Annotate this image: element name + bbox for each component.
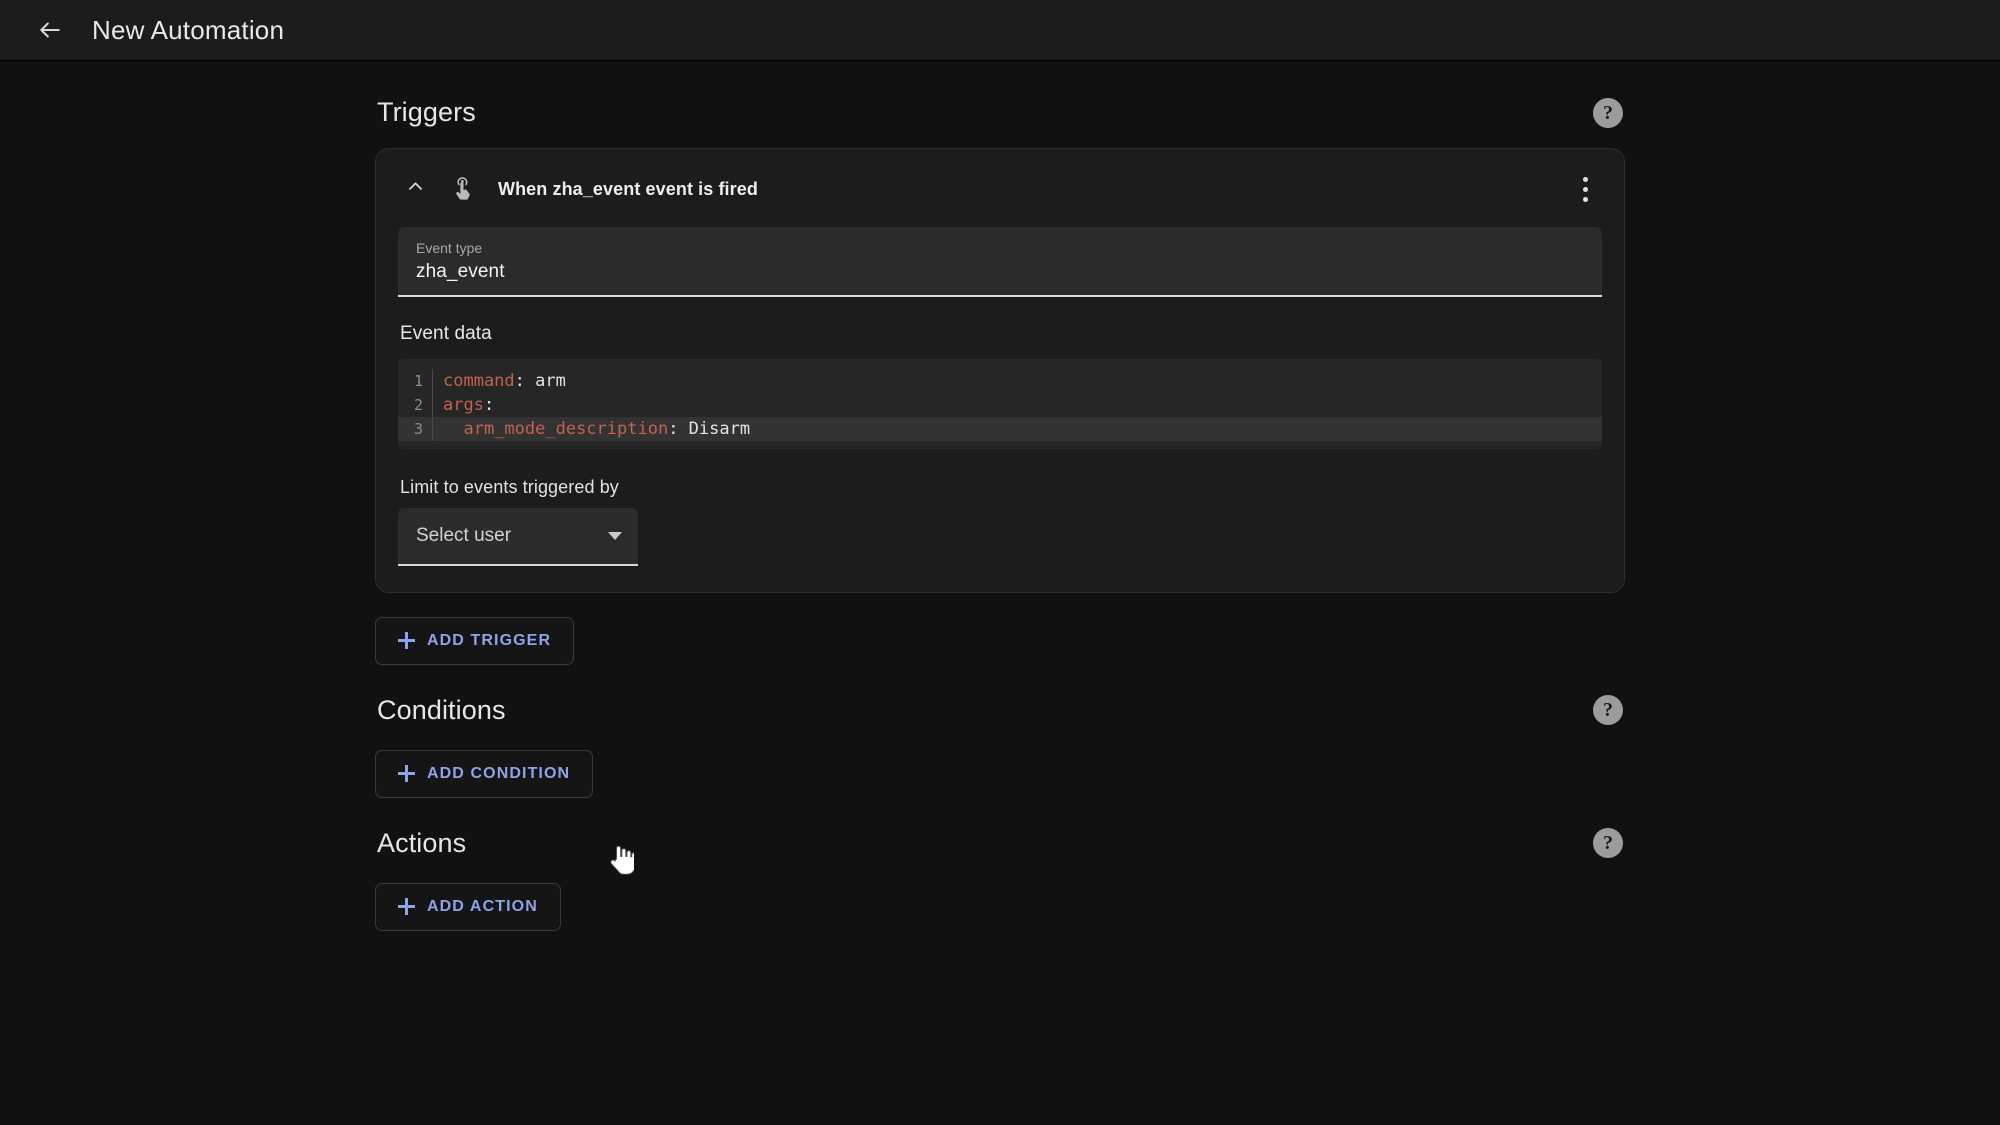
conditions-section-header: Conditions ? (375, 695, 1625, 726)
code-text: command: arm (443, 370, 566, 391)
triggers-title: Triggers (377, 97, 476, 127)
page-title: New Automation (92, 14, 285, 45)
code-line: 1 command: arm (398, 368, 1602, 393)
actions-section-header: Actions ? (375, 828, 1625, 859)
event-type-field[interactable]: Event type zha_event (398, 227, 1602, 297)
plus-icon (398, 632, 415, 650)
gesture-tap-icon (446, 172, 480, 206)
page-body: Triggers ? When zha_event event is fired (0, 61, 2000, 1125)
add-action-button[interactable]: ADD ACTION (375, 882, 561, 931)
trigger-card-title: When zha_event event is fired (498, 178, 758, 199)
gutter-divider (432, 392, 433, 417)
add-trigger-button[interactable]: ADD TRIGGER (375, 616, 575, 665)
conditions-section: Conditions ? ADD CONDITION (375, 695, 1625, 798)
add-trigger-row: ADD TRIGGER (375, 616, 1625, 665)
event-data-code-editor[interactable]: 1 command: arm 2 args: 3 arm_mode_descri… (398, 358, 1602, 449)
gutter-divider (432, 416, 433, 441)
code-text: arm_mode_description: Disarm (463, 418, 751, 439)
caret-down-icon (608, 531, 622, 540)
event-type-label: Event type (416, 240, 483, 256)
limit-users-select[interactable]: Select user (398, 507, 638, 566)
triggers-help-icon[interactable]: ? (1593, 97, 1623, 128)
trigger-card: When zha_event event is fired Event type… (375, 148, 1625, 593)
code-line-active: 3 arm_mode_description: Disarm (398, 416, 1602, 441)
actions-help-icon[interactable]: ? (1593, 828, 1623, 859)
triggers-section-header: Triggers ? (375, 97, 1625, 128)
arrow-left-icon (37, 17, 63, 43)
event-type-value: zha_event (416, 261, 505, 283)
add-action-row: ADD ACTION (375, 882, 1625, 931)
limit-users-label: Limit to events triggered by (400, 476, 619, 497)
line-number: 3 (413, 419, 423, 438)
conditions-help-icon[interactable]: ? (1593, 695, 1623, 726)
add-condition-label: ADD CONDITION (427, 764, 571, 782)
trigger-overflow-menu-button[interactable] (1568, 169, 1602, 209)
chevron-up-icon (406, 177, 425, 201)
add-trigger-label: ADD TRIGGER (427, 631, 552, 649)
plus-icon (398, 898, 415, 916)
dots-vertical-icon (1582, 176, 1588, 182)
actions-section: Actions ? ADD ACTION (375, 828, 1625, 931)
plus-icon (398, 765, 415, 783)
conditions-title: Conditions (377, 694, 506, 725)
limit-users-value: Select user (416, 524, 512, 546)
line-number: 1 (413, 371, 423, 390)
add-action-label: ADD ACTION (427, 897, 538, 915)
gutter-divider (432, 368, 433, 393)
add-condition-button[interactable]: ADD CONDITION (375, 749, 594, 798)
back-button[interactable] (26, 6, 74, 54)
event-data-label: Event data (400, 322, 492, 344)
content-column: Triggers ? When zha_event event is fired (375, 61, 1625, 931)
trigger-card-header[interactable]: When zha_event event is fired (376, 149, 1624, 227)
app-bar: New Automation (0, 0, 2000, 61)
actions-title: Actions (377, 827, 467, 858)
trigger-card-body: Event type zha_event Event data 1 comman… (376, 227, 1624, 592)
add-condition-row: ADD CONDITION (375, 749, 1625, 798)
code-text: args: (443, 394, 495, 415)
line-number: 2 (413, 395, 423, 414)
trigger-collapse-button[interactable] (398, 172, 432, 206)
code-line: 2 args: (398, 392, 1602, 417)
